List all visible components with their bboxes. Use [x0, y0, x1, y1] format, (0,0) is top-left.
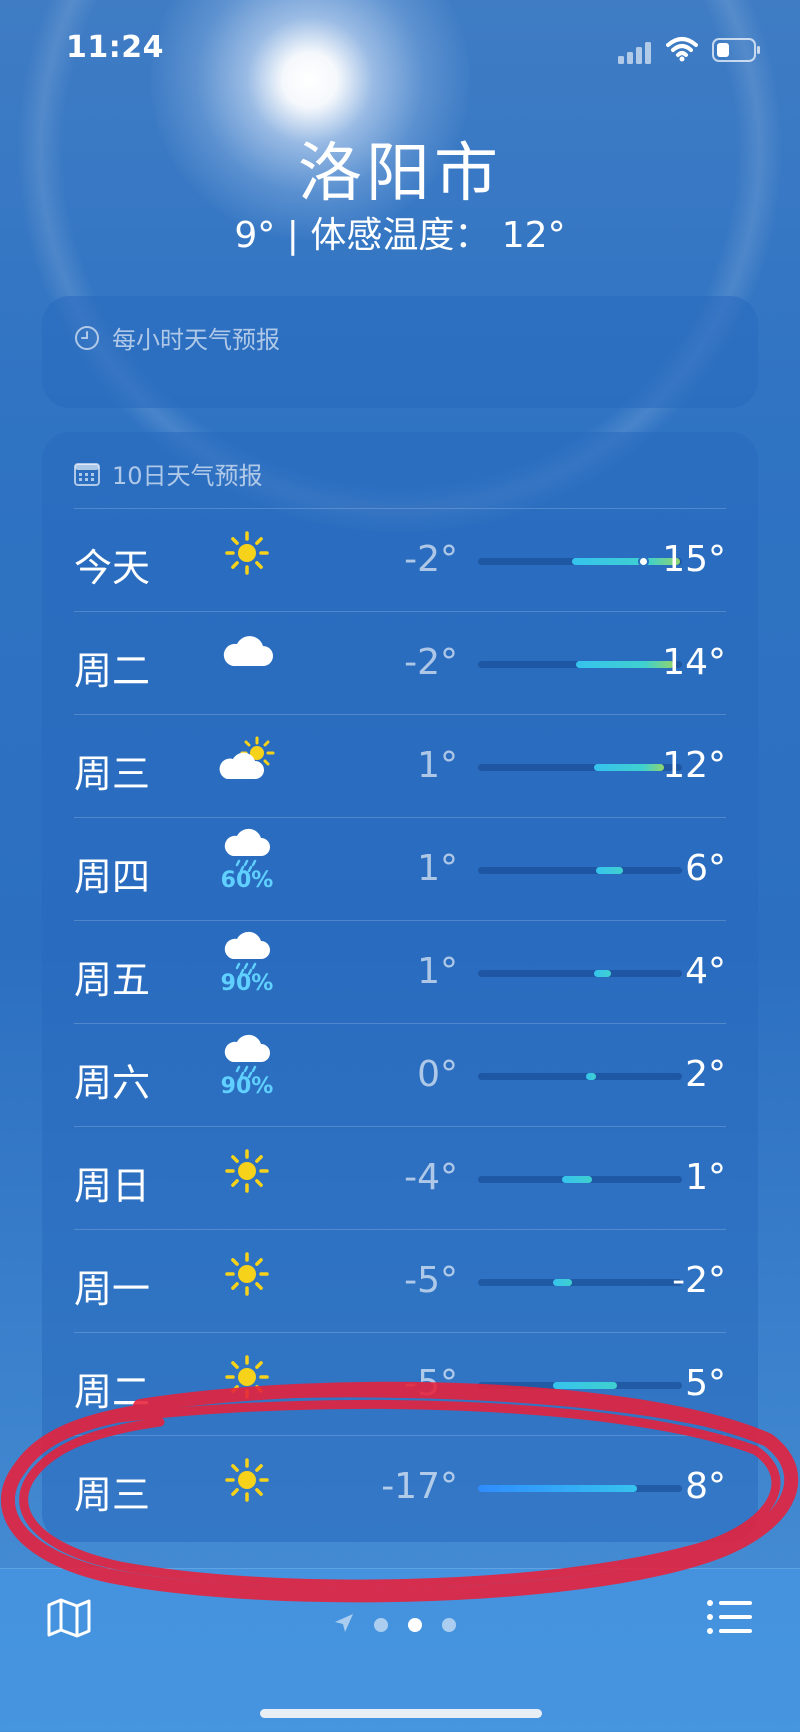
forecast-day: 周三	[74, 752, 151, 796]
forecast-day: 周五	[74, 958, 151, 1002]
low-temperature: 1°	[417, 951, 458, 992]
low-temperature: 1°	[417, 745, 458, 786]
forecast-day: 周四	[74, 855, 151, 899]
forecast-row[interactable]: 周三 -17° 8°	[74, 1435, 726, 1539]
forecast-row[interactable]: 周四 60% 1° 6°	[74, 817, 726, 921]
bottom-toolbar	[0, 1568, 800, 1732]
map-icon[interactable]	[46, 1597, 92, 1643]
wifi-icon	[666, 36, 698, 66]
calendar-icon	[74, 462, 100, 486]
forecast-day: 周日	[74, 1164, 151, 1208]
hourly-forecast-header: 每小时天气预报	[74, 320, 280, 355]
low-temperature: -2°	[404, 642, 458, 683]
sun-icon	[214, 1147, 280, 1213]
precipitation-chance: 90%	[220, 971, 274, 996]
forecast-day: 周六	[74, 1061, 151, 1105]
forecast-row[interactable]: 周二 -5° 5°	[74, 1332, 726, 1436]
location-arrow-icon	[334, 1613, 354, 1637]
list-icon[interactable]	[706, 1599, 752, 1639]
status-time: 11:24	[66, 30, 164, 65]
forecast-row[interactable]: 周一 -5° -2°	[74, 1229, 726, 1333]
sun-icon	[214, 1353, 280, 1419]
high-temperature: -2°	[672, 1260, 726, 1301]
page-indicator[interactable]	[334, 1613, 456, 1637]
forecast-day: 今天	[74, 546, 151, 590]
forecast-day: 周一	[74, 1267, 151, 1311]
low-temperature: -17°	[381, 1466, 458, 1507]
sun-icon	[214, 529, 280, 595]
high-temperature: 1°	[685, 1157, 726, 1198]
partly-cloudy-icon	[214, 735, 280, 801]
rain-icon: 90%	[214, 931, 280, 997]
temperature-range-bar	[561, 1176, 593, 1183]
cloud-icon	[214, 632, 280, 698]
low-temperature: -5°	[404, 1363, 458, 1404]
forecast-row[interactable]: 周日 -4° 1°	[74, 1126, 726, 1230]
low-temperature: -5°	[404, 1260, 458, 1301]
forecast-day: 周三	[74, 1473, 151, 1517]
rain-icon: 90%	[214, 1034, 280, 1100]
battery-icon	[712, 38, 762, 66]
high-temperature: 5°	[685, 1363, 726, 1404]
forecast-row[interactable]: 周二 -2° 14°	[74, 611, 726, 715]
high-temperature: 4°	[685, 951, 726, 992]
hourly-forecast-card[interactable]: 每小时天气预报	[42, 296, 758, 408]
forecast-day: 周二	[74, 649, 151, 693]
high-temperature: 6°	[685, 848, 726, 889]
high-temperature: 2°	[685, 1054, 726, 1095]
ten-day-forecast-card[interactable]: 10日天气预报 今天 -2° 15° 周二 -2° 14° 周三 1° 12° 周四 60% 1° 6°…	[42, 432, 758, 1542]
temperature-range-bar	[553, 1279, 572, 1286]
ten-day-forecast-title: 10日天气预报	[112, 462, 263, 490]
low-temperature: 1°	[417, 848, 458, 889]
home-indicator[interactable]	[260, 1709, 542, 1718]
sun-icon	[214, 1456, 280, 1522]
clock-icon	[74, 325, 100, 351]
precipitation-chance: 60%	[220, 868, 274, 893]
sun-icon	[214, 1250, 280, 1316]
city-name: 洛阳市	[298, 137, 502, 211]
low-temperature: -4°	[404, 1157, 458, 1198]
current-temperature-summary: 9° | 体感温度： 12°	[234, 215, 566, 256]
high-temperature: 12°	[662, 745, 726, 786]
forecast-row[interactable]: 周六 90% 0° 2°	[74, 1023, 726, 1127]
forecast-row[interactable]: 周五 90% 1° 4°	[74, 920, 726, 1024]
low-temperature: -2°	[404, 539, 458, 580]
forecast-row[interactable]: 今天 -2° 15°	[74, 508, 726, 612]
ten-day-forecast-header: 10日天气预报	[74, 456, 263, 491]
status-bar: 11:24	[0, 0, 800, 100]
cellular-signal-icon	[618, 42, 654, 68]
precipitation-chance: 90%	[220, 1074, 274, 1099]
low-temperature: 0°	[417, 1054, 458, 1095]
page-dot-active[interactable]	[408, 1618, 422, 1632]
hourly-forecast-title: 每小时天气预报	[112, 326, 280, 354]
forecast-row[interactable]: 周三 1° 12°	[74, 714, 726, 818]
high-temperature: 15°	[662, 539, 726, 580]
page-dot[interactable]	[374, 1618, 388, 1632]
rain-icon: 60%	[214, 828, 280, 894]
page-dot[interactable]	[442, 1618, 456, 1632]
high-temperature: 14°	[662, 642, 726, 683]
forecast-day: 周二	[74, 1370, 151, 1414]
high-temperature: 8°	[685, 1466, 726, 1507]
